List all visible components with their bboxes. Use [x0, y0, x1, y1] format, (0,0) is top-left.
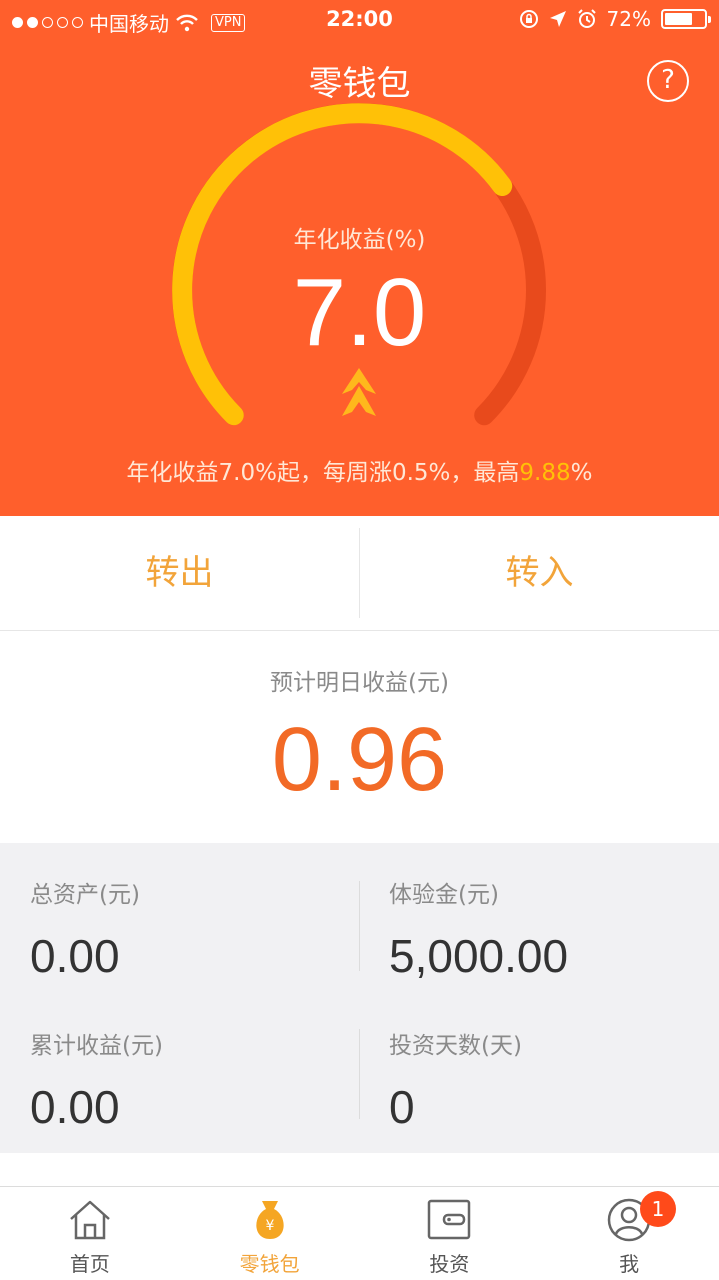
stat-trial-funds: 体验金(元) 5,000.00: [389, 875, 568, 983]
stats-divider: [359, 1029, 360, 1119]
yield-note-suffix: %: [570, 460, 593, 486]
transfer-actions: 转出 转入: [0, 516, 719, 631]
stats-grid: 总资产(元) 0.00 体验金(元) 5,000.00 累计收益(元) 0.00…: [0, 843, 719, 1153]
stat-label: 总资产(元): [30, 882, 140, 908]
stat-total-assets: 总资产(元) 0.00: [30, 875, 140, 983]
stat-investment-days: 投资天数(天) 0: [389, 1026, 522, 1134]
notification-badge: 1: [640, 1191, 676, 1227]
stat-value: 0.00: [30, 930, 120, 982]
tab-label: 投资: [429, 1252, 470, 1276]
yield-note-highlight: 9.88: [519, 460, 571, 486]
tab-invest[interactable]: 投资: [360, 1187, 540, 1280]
stat-value: 0: [389, 1081, 415, 1133]
deposit-button[interactable]: 转入: [360, 516, 719, 630]
stat-value: 0.00: [30, 1081, 120, 1133]
tab-me[interactable]: 我: [539, 1187, 719, 1280]
tab-label: 我: [619, 1252, 640, 1276]
hero-panel: 中国移动 VPN 22:00 72% 零钱包 ? 年化收益(%) 7.0 年化收…: [0, 0, 719, 516]
tab-home[interactable]: 首页: [0, 1187, 180, 1280]
stat-label: 体验金(元): [389, 882, 499, 908]
wallet-icon: [428, 1199, 471, 1240]
estimate-label: 预计明日收益(元): [270, 670, 449, 696]
yield-note: 年化收益7.0%起，每周涨0.5%，最高9.88%: [0, 453, 719, 487]
svg-text:¥: ¥: [265, 1218, 274, 1234]
tab-label: 零钱包: [239, 1252, 300, 1276]
rising-arrow-icon: [342, 368, 376, 416]
tab-label: 首页: [69, 1252, 110, 1276]
stat-label: 累计收益(元): [30, 1033, 163, 1059]
tab-bar: 首页 ¥ 零钱包 投资 我: [0, 1186, 719, 1280]
estimate-value: 0.96: [271, 710, 448, 810]
estimate-panel: 预计明日收益(元) 0.96: [0, 631, 719, 843]
home-icon: [70, 1200, 110, 1240]
tab-wallet-pocket[interactable]: ¥ 零钱包: [180, 1187, 360, 1280]
yield-note-prefix: 年化收益7.0%起，每周涨0.5%，最高: [126, 460, 520, 486]
withdraw-button[interactable]: 转出: [0, 516, 359, 630]
stat-value: 5,000.00: [389, 930, 569, 982]
stats-divider: [359, 881, 360, 971]
money-bag-icon: ¥: [255, 1201, 284, 1239]
stat-cumulative-earnings: 累计收益(元) 0.00: [30, 1026, 163, 1134]
gauge-label: 年化收益(%): [293, 227, 426, 253]
gauge-value: 7.0: [292, 259, 427, 366]
stat-label: 投资天数(天): [389, 1033, 522, 1059]
